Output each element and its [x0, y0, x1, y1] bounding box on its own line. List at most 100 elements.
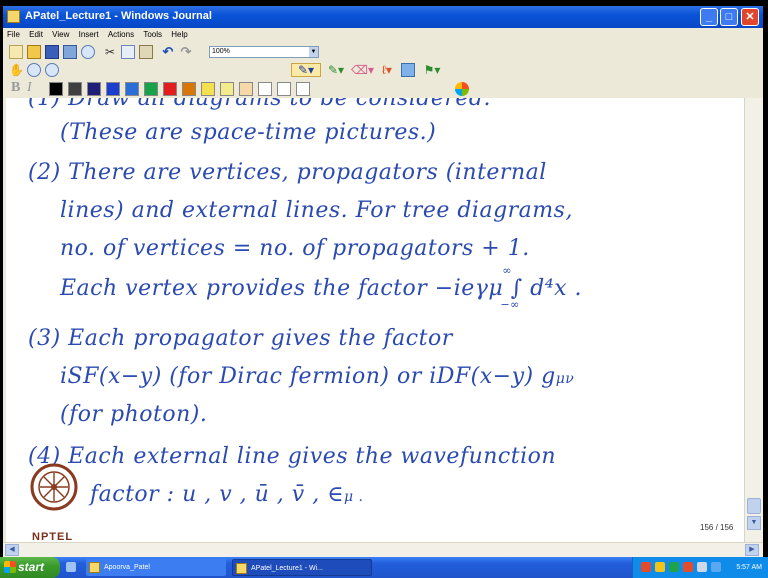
color-swatch-3[interactable] — [87, 82, 101, 96]
copy-icon[interactable] — [121, 45, 135, 59]
pan-hand-icon[interactable]: ✋ — [9, 63, 24, 77]
journal-window: APatel_Lecture1 - Windows Journal _ □ ✕ … — [3, 6, 763, 557]
highlighter-icon[interactable]: ✎▾ — [325, 63, 347, 77]
menu-insert[interactable]: Insert — [75, 28, 102, 39]
format-toolbar: B I — [3, 79, 763, 98]
color-swatch-13[interactable] — [277, 82, 291, 96]
chevron-down-icon: ▼ — [309, 47, 318, 57]
polarization-subscript: μ . — [343, 489, 364, 505]
flag-icon[interactable]: ⚑▾ — [421, 63, 443, 77]
note-line-6: Each vertex provides the factor −ieγμ ∫ … — [60, 264, 582, 311]
maximize-button[interactable]: □ — [720, 8, 738, 26]
taskbar: start Apoorva_Patel APatel_Lecture1 - Wi… — [0, 557, 768, 578]
color-swatch-8[interactable] — [182, 82, 196, 96]
note-line-11: factor : u , v , ū , v̄ , ∈μ . — [90, 482, 363, 507]
page-indicator: 156 / 156 — [698, 523, 736, 532]
propagator-head: iS — [60, 364, 84, 389]
scroll-right-icon[interactable]: ▶ — [745, 544, 759, 556]
italic-icon[interactable]: I — [27, 80, 32, 96]
send-email-icon[interactable] — [63, 45, 77, 59]
pen-toolbar: ✋ ✎▾ ✎▾ ⌫▾ ℓ▾ ⚑▾ — [3, 61, 763, 79]
save-icon[interactable] — [45, 45, 59, 59]
folder-icon — [89, 562, 100, 573]
close-button[interactable]: ✕ — [741, 8, 759, 26]
color-swatch-4[interactable] — [106, 82, 120, 96]
start-button[interactable]: start — [0, 557, 60, 578]
menu-bar: File Edit View Insert Actions Tools Help — [3, 28, 763, 43]
color-swatch-1[interactable] — [49, 82, 63, 96]
screen: APatel_Lecture1 - Windows Journal _ □ ✕ … — [0, 0, 768, 578]
paste-icon[interactable] — [139, 45, 153, 59]
menu-help[interactable]: Help — [167, 28, 190, 39]
window-title: APatel_Lecture1 - Windows Journal — [25, 10, 212, 22]
minimize-button[interactable]: _ — [700, 8, 718, 26]
menu-view[interactable]: View — [48, 28, 72, 39]
title-bar[interactable]: APatel_Lecture1 - Windows Journal _ □ ✕ — [3, 6, 763, 28]
find-icon[interactable] — [81, 45, 95, 59]
color-swatch-6[interactable] — [144, 82, 158, 96]
propagator-subscript: μν — [555, 371, 575, 387]
journal-page[interactable]: (1) Draw all diagrams to be considered. … — [6, 98, 744, 542]
menu-edit[interactable]: Edit — [25, 28, 46, 39]
cut-icon[interactable]: ✂ — [103, 45, 117, 59]
note-line-7: (3) Each propagator gives the factor — [28, 326, 453, 351]
color-swatch-5[interactable] — [125, 82, 139, 96]
propagator-tail: F(x−y) (for Dirac fermion) or iD — [83, 364, 455, 389]
integral-lower-limit: −∞ — [500, 298, 520, 311]
color-swatch-2[interactable] — [68, 82, 82, 96]
insert-space-icon[interactable] — [401, 63, 415, 77]
standard-toolbar: ✂ ↶ ↷ 100% ▼ — [3, 43, 763, 61]
note-line-4: lines) and external lines. For tree diag… — [60, 198, 573, 223]
zoom-select[interactable]: 100% ▼ — [209, 46, 319, 58]
color-swatch-12[interactable] — [258, 82, 272, 96]
task-journal-label: APatel_Lecture1 - Wi... — [251, 565, 323, 572]
propagator-end: F(x−y) g — [454, 364, 556, 389]
tray-icon-3[interactable] — [669, 562, 679, 572]
zoom-in-icon[interactable] — [27, 63, 41, 77]
tray-icon-6[interactable] — [711, 562, 721, 572]
horizontal-scrollbar[interactable]: ◀ ▶ — [3, 542, 763, 557]
undo-icon[interactable]: ↶ — [161, 45, 175, 59]
windows-flag-icon — [4, 561, 16, 573]
zoom-out-icon[interactable] — [45, 63, 59, 77]
note-line-9: (for photon). — [60, 402, 208, 427]
nptel-logo-text: NPTEL — [32, 531, 74, 543]
menu-file[interactable]: File — [3, 28, 23, 39]
menu-actions[interactable]: Actions — [104, 28, 137, 39]
menu-tools[interactable]: Tools — [139, 28, 165, 39]
tray-icon-2[interactable] — [655, 562, 665, 572]
scroll-left-icon[interactable]: ◀ — [5, 544, 19, 556]
lasso-select-icon[interactable]: ℓ▾ — [377, 63, 397, 77]
bold-icon[interactable]: B — [11, 80, 20, 96]
note-line-2: (These are space-time pictures.) — [60, 120, 437, 145]
tray-icon-1[interactable] — [641, 562, 651, 572]
vertical-scrollbar[interactable]: ▼ — [744, 98, 763, 542]
note-line-10: (4) Each external line gives the wavefun… — [28, 444, 557, 469]
journal-task-icon — [236, 563, 247, 574]
redo-icon[interactable]: ↷ — [179, 45, 193, 59]
color-swatch-10[interactable] — [220, 82, 234, 96]
start-label: start — [18, 560, 45, 574]
new-note-icon[interactable] — [9, 45, 23, 59]
vertex-factor-text: Each vertex provides the factor −ieγ — [60, 276, 489, 301]
clock: 5:57 AM — [736, 564, 762, 571]
journal-app-icon — [7, 10, 20, 23]
zoom-value: 100% — [212, 48, 230, 55]
eraser-icon[interactable]: ⌫▾ — [351, 63, 374, 77]
open-folder-icon[interactable] — [27, 45, 41, 59]
quick-launch-icon[interactable] — [66, 562, 76, 572]
scroll-down-icon[interactable]: ▼ — [747, 516, 761, 530]
tray-icon-4[interactable] — [683, 562, 693, 572]
more-colors-icon[interactable] — [455, 82, 469, 96]
scroll-thumb[interactable] — [747, 498, 761, 514]
note-line-8: iSF(x−y) (for Dirac fermion) or iDF(x−y)… — [60, 364, 574, 389]
task-folder-label: Apoorva_Patel — [104, 564, 150, 571]
color-swatch-9[interactable] — [201, 82, 215, 96]
tray-icon-5[interactable] — [697, 562, 707, 572]
pen-icon[interactable]: ✎▾ — [291, 63, 321, 77]
color-swatch-11[interactable] — [239, 82, 253, 96]
task-journal[interactable]: APatel_Lecture1 - Wi... — [232, 559, 372, 576]
color-swatch-14[interactable] — [296, 82, 310, 96]
color-swatch-7[interactable] — [163, 82, 177, 96]
task-folder[interactable]: Apoorva_Patel — [86, 559, 226, 576]
